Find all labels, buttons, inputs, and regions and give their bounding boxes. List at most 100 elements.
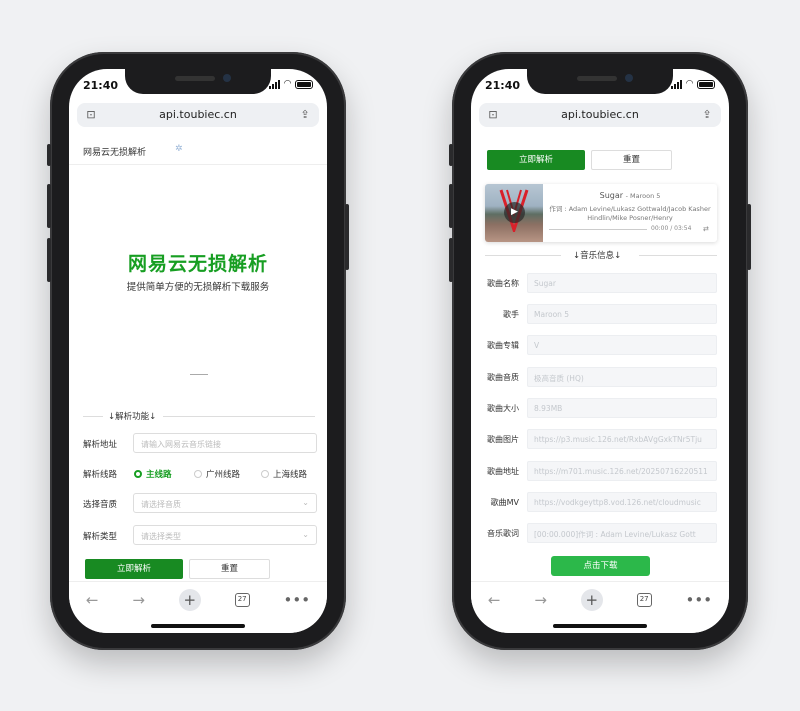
- screen-right: 21:40 ◠ ⊡ api.toubiec.cn ⇪ 立即解析 重置 ▶ Sug…: [471, 69, 729, 633]
- route-radio-shanghai[interactable]: 上海线路: [261, 468, 307, 480]
- song-url-field[interactable]: https://m701.music.126.net/2025071622051…: [527, 461, 717, 481]
- battery-icon: [697, 79, 715, 89]
- status-time: 21:40: [83, 79, 119, 92]
- forward-arrow-icon[interactable]: →: [132, 591, 145, 609]
- section-label: ↓音乐信息↓: [573, 251, 622, 261]
- cellular-signal-icon: [671, 79, 683, 89]
- type-row: 解析类型 请选择类型 ⌄: [83, 525, 317, 545]
- route-row: 解析线路 主线路 广州线路 上海线路: [83, 463, 315, 483]
- address-bar[interactable]: ⊡ api.toubiec.cn ⇪: [77, 103, 319, 127]
- field-row-album: 歌曲专辑 V: [481, 335, 719, 355]
- notch: [527, 69, 673, 94]
- field-row-song-name: 歌曲名称 Sugar: [481, 273, 719, 293]
- volume-down-button: [47, 238, 51, 282]
- route-radio-main[interactable]: 主线路: [134, 468, 172, 480]
- field-label: 歌曲地址: [487, 467, 519, 476]
- section-label: ↓解析功能↓: [108, 412, 157, 422]
- quality-row: 选择音质 请选择音质 ⌄: [83, 493, 317, 513]
- field-label: 歌曲MV: [490, 498, 519, 507]
- field-row-url: 歌曲地址 https://m701.music.126.net/20250716…: [481, 461, 719, 481]
- player-song: Sugar: [599, 191, 624, 200]
- player-title: Sugar - Maroon 5: [547, 191, 713, 200]
- reader-mode-icon[interactable]: ⊡: [483, 103, 503, 127]
- power-button: [345, 204, 349, 270]
- power-button: [747, 204, 751, 270]
- field-label: 音乐歌词: [487, 529, 519, 538]
- new-tab-plus-icon[interactable]: +: [580, 589, 603, 611]
- new-tab-plus-icon[interactable]: +: [178, 589, 201, 611]
- lyrics-field[interactable]: [00:00.000]作词 : Adam Levine/Lukasz Gott: [527, 523, 717, 543]
- tabs-count-icon[interactable]: 27: [636, 593, 652, 607]
- phone-left: 21:40 ◠ ⊡ api.toubiec.cn ⇪ 网易云无损解析 ✲ 网易云…: [47, 52, 349, 650]
- settings-icon[interactable]: ✲: [175, 144, 183, 154]
- hero-subtitle: 提供简单方便的无损解析下载服务: [126, 282, 270, 293]
- field-row-quality: 歌曲音质 极高音质 (HQ): [481, 367, 719, 387]
- forward-arrow-icon[interactable]: →: [534, 591, 547, 609]
- status-time: 21:40: [485, 79, 521, 92]
- more-menu-icon[interactable]: •••: [686, 591, 713, 609]
- browser-toolbar: ← → + 27 •••: [471, 581, 729, 633]
- quality-select[interactable]: 请选择音质 ⌄: [133, 493, 317, 513]
- field-row-artist: 歌手 Maroon 5: [481, 304, 719, 324]
- music-link-input[interactable]: 请输入网易云音乐链接: [133, 433, 317, 453]
- album-field[interactable]: V: [527, 335, 717, 355]
- audio-player: ▶ Sugar - Maroon 5 作词 : Adam Levine/Luka…: [485, 184, 717, 242]
- field-row-lyrics: 音乐歌词 [00:00.000]作词 : Adam Levine/Lukasz …: [481, 523, 719, 543]
- volume-down-button: [449, 238, 453, 282]
- route-radio-guangzhou[interactable]: 广州线路: [194, 468, 240, 480]
- player-time: 00:00 / 03:54: [651, 225, 692, 232]
- download-button[interactable]: 点击下载: [551, 556, 650, 576]
- address-bar[interactable]: ⊡ api.toubiec.cn ⇪: [479, 103, 721, 127]
- screen-left: 21:40 ◠ ⊡ api.toubiec.cn ⇪ 网易云无损解析 ✲ 网易云…: [69, 69, 327, 633]
- tabs-count-icon[interactable]: 27: [234, 593, 250, 607]
- share-icon[interactable]: ⇪: [697, 103, 717, 127]
- site-header: 网易云无损解析 ✲: [69, 133, 327, 165]
- notch: [125, 69, 271, 94]
- field-label: 歌曲专辑: [487, 341, 519, 350]
- volume-up-button: [449, 184, 453, 228]
- volume-up-button: [47, 184, 51, 228]
- quality-field[interactable]: 极高音质 (HQ): [527, 367, 717, 387]
- divider: [190, 374, 208, 375]
- type-select[interactable]: 请选择类型 ⌄: [133, 525, 317, 545]
- song-name-field[interactable]: Sugar: [527, 273, 717, 293]
- battery-icon: [295, 79, 313, 89]
- address-row: 解析地址 请输入网易云音乐链接: [83, 433, 317, 453]
- section-divider: ↓音乐信息↓: [485, 249, 717, 261]
- player-artist: - Maroon 5: [625, 192, 661, 200]
- site-title[interactable]: 网易云无损解析: [83, 148, 146, 158]
- chevron-down-icon: ⌄: [302, 498, 309, 507]
- play-icon[interactable]: ▶: [504, 202, 525, 223]
- parse-button[interactable]: 立即解析: [85, 559, 183, 579]
- size-field[interactable]: 8.93MB: [527, 398, 717, 418]
- back-arrow-icon[interactable]: ←: [86, 591, 99, 609]
- player-lyric: 作词 : Adam Levine/Lukasz Gottwald/Jacob K…: [549, 205, 711, 222]
- share-icon[interactable]: ⇪: [295, 103, 315, 127]
- url-text: api.toubiec.cn: [561, 108, 639, 121]
- loop-icon[interactable]: ⇄: [703, 225, 709, 233]
- reader-mode-icon[interactable]: ⊡: [81, 103, 101, 127]
- parse-button[interactable]: 立即解析: [487, 150, 585, 170]
- image-url-field[interactable]: https://p3.music.126.net/RxbAVgGxkTNr5Tj…: [527, 429, 717, 449]
- home-indicator: [553, 624, 647, 628]
- wifi-icon: ◠: [284, 79, 291, 89]
- radio-unchecked-icon: [194, 470, 202, 478]
- reset-button[interactable]: 重置: [591, 150, 672, 170]
- cellular-signal-icon: [269, 79, 281, 89]
- page-content-left: 网易云无损解析 ✲ 网易云无损解析 提供简单方便的无损解析下载服务 ↓解析功能↓…: [69, 133, 327, 583]
- field-label: 歌曲名称: [487, 279, 519, 288]
- reset-button[interactable]: 重置: [189, 559, 270, 579]
- progress-bar[interactable]: [549, 229, 647, 230]
- radio-checked-icon: [134, 470, 142, 478]
- quality-label: 选择音质: [83, 500, 118, 510]
- hero-title: 网易云无损解析: [127, 253, 268, 275]
- field-label: 歌曲大小: [487, 404, 519, 413]
- page-content-right: 立即解析 重置 ▶ Sugar - Maroon 5 作词 : Adam Lev…: [471, 133, 729, 583]
- mv-url-field[interactable]: https://vodkgeyttp8.vod.126.net/cloudmus…: [527, 492, 717, 512]
- more-menu-icon[interactable]: •••: [284, 591, 311, 609]
- type-label: 解析类型: [83, 532, 118, 542]
- artist-field[interactable]: Maroon 5: [527, 304, 717, 324]
- chevron-down-icon: ⌄: [302, 530, 309, 539]
- wifi-icon: ◠: [686, 79, 693, 89]
- back-arrow-icon[interactable]: ←: [488, 591, 501, 609]
